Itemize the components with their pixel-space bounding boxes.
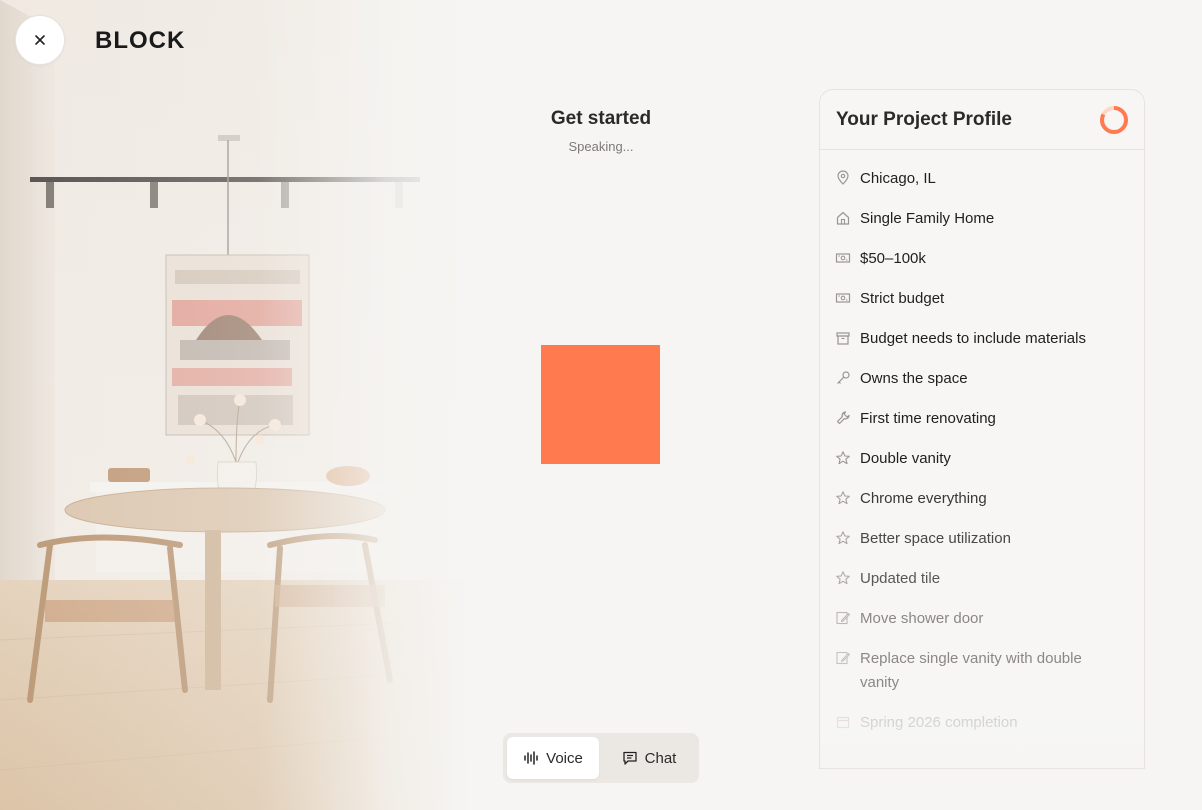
profile-item-label: First time renovating — [860, 410, 996, 427]
profile-item-label: Single Family Home — [860, 210, 995, 227]
profile-item-goal: Double vanity — [835, 447, 1124, 487]
box-icon — [835, 330, 851, 346]
profile-item-change: Move shower door — [835, 607, 1124, 647]
profile-item-budget-range: $50–100k — [835, 247, 1124, 287]
money-icon — [835, 290, 851, 306]
voice-mode-button[interactable]: Voice — [507, 737, 599, 779]
star-icon — [835, 450, 851, 466]
project-profile-card: Your Project Profile Chicago, IL Single … — [819, 89, 1145, 769]
profile-item-budget-materials: Budget needs to include materials — [835, 327, 1124, 367]
profile-item-label: Chrome everything — [860, 490, 987, 507]
profile-item-ownership: Owns the space — [835, 367, 1124, 407]
profile-item-budget-type: Strict budget — [835, 287, 1124, 327]
profile-title: Your Project Profile — [836, 108, 1012, 130]
profile-item-label: Double vanity — [860, 450, 951, 467]
money-icon — [835, 250, 851, 266]
profile-item-label: Owns the space — [860, 370, 968, 387]
profile-item-label: Replace single vanity with double vanity — [860, 650, 1082, 691]
chat-mode-label: Chat — [644, 749, 677, 767]
profile-item-label: Updated tile — [860, 570, 941, 587]
profile-item-timeline: Spring 2026 completion — [835, 711, 1124, 751]
progress-ring-icon — [1100, 105, 1128, 134]
mode-toggle: Voice Chat — [503, 733, 699, 783]
pencil-icon — [835, 610, 851, 626]
onboarding-page: BLOCK Get started Speaking... Voice Chat… — [0, 0, 1202, 810]
chat-bubble-icon — [623, 751, 637, 765]
star-icon — [835, 530, 851, 546]
photo-fade-overlay — [0, 0, 470, 810]
profile-item-goal: Updated tile — [835, 567, 1124, 607]
dining-room-photo — [0, 0, 470, 810]
voice-mode-label: Voice — [546, 749, 583, 767]
house-icon — [835, 210, 851, 226]
profile-item-label: Strict budget — [860, 290, 945, 307]
profile-item-label: $50–100k — [860, 250, 926, 267]
voice-status: Speaking... — [568, 139, 634, 154]
close-button[interactable] — [15, 15, 65, 65]
chat-mode-button[interactable]: Chat — [603, 737, 695, 779]
profile-item-change: Replace single vanity with double vanity — [835, 647, 1124, 711]
profile-item-goal: Better space utilization — [835, 527, 1124, 567]
profile-item-label: Budget needs to include materials — [860, 330, 1086, 347]
voice-activity-indicator — [541, 345, 660, 464]
profile-item-location: Chicago, IL — [835, 167, 1124, 207]
profile-item-label: Chicago, IL — [860, 170, 936, 187]
brand-logo: BLOCK — [95, 27, 186, 54]
profile-item-label: Better space utilization — [860, 530, 1011, 547]
profile-item-label: Spring 2026 completion — [860, 714, 1018, 731]
map-pin-icon — [835, 170, 851, 186]
wrench-icon — [835, 410, 851, 426]
profile-item-goal: Chrome everything — [835, 487, 1124, 527]
profile-item-home-type: Single Family Home — [835, 207, 1124, 247]
close-icon — [35, 35, 45, 45]
star-icon — [835, 490, 851, 506]
waveform-icon — [524, 751, 538, 765]
profile-items: Chicago, IL Single Family Home $50–100k … — [820, 150, 1144, 751]
star-icon — [835, 570, 851, 586]
page-title: Get started — [550, 108, 652, 129]
profile-item-label: Move shower door — [860, 610, 984, 627]
profile-item-experience: First time renovating — [835, 407, 1124, 447]
profile-header: Your Project Profile — [820, 90, 1144, 150]
key-icon — [835, 370, 851, 386]
calendar-icon — [835, 714, 851, 730]
pencil-icon — [835, 650, 851, 666]
